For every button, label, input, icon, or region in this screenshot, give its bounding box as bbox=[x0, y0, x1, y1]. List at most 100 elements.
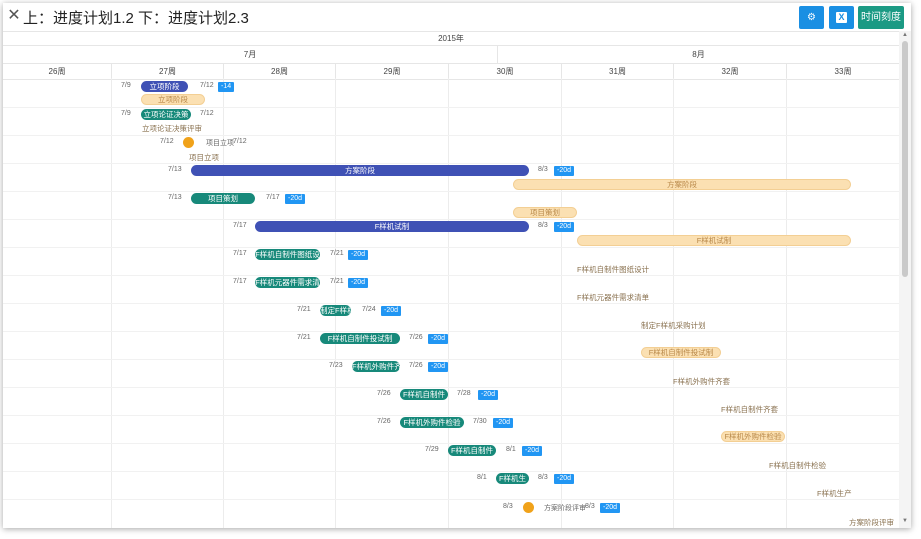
month-label: 7月 bbox=[243, 50, 257, 59]
week-label: 29周 bbox=[335, 64, 448, 79]
start-date: 7/26 bbox=[377, 418, 391, 425]
row-divider bbox=[3, 135, 899, 136]
row-divider bbox=[3, 275, 899, 276]
plan-bar[interactable]: F样机试制 bbox=[577, 235, 851, 246]
end-date: 7/26 bbox=[409, 334, 423, 341]
plan-bar[interactable]: 立项阶段 bbox=[141, 94, 205, 105]
start-date: 7/21 bbox=[297, 334, 311, 341]
timescale-button[interactable]: 时间刻度 bbox=[858, 6, 904, 29]
row-divider bbox=[3, 163, 899, 164]
actual-bar[interactable]: F样机自制件 bbox=[400, 389, 448, 400]
row-divider bbox=[3, 219, 899, 220]
actual-bar[interactable]: 立项阶段 bbox=[141, 81, 188, 92]
end-date: 7/12 bbox=[233, 138, 247, 145]
start-date: 7/17 bbox=[233, 222, 247, 229]
delta-badge: -20d bbox=[381, 306, 402, 316]
end-date: 7/21 bbox=[330, 278, 344, 285]
end-date: 7/17 bbox=[266, 194, 280, 201]
week-label: 26周 bbox=[48, 67, 66, 76]
start-date: 7/17 bbox=[233, 250, 247, 257]
start-date: 7/9 bbox=[121, 82, 131, 89]
year-label: 2015年 bbox=[438, 34, 464, 43]
plan-bar[interactable]: F样机自制件投试制 bbox=[641, 347, 721, 358]
end-date: 7/24 bbox=[362, 306, 376, 313]
plan-bar[interactable]: 方案阶段 bbox=[513, 179, 851, 190]
delta-badge: -20d bbox=[600, 503, 621, 513]
excel-icon: X bbox=[836, 12, 847, 23]
week-label: 28周 bbox=[223, 64, 335, 79]
milestone-marker[interactable] bbox=[523, 502, 534, 513]
delta-badge: -20d bbox=[554, 166, 575, 176]
actual-bar[interactable]: F样机自制件图纸设 bbox=[255, 249, 320, 260]
plan-bar[interactable]: F样机外购件检验 bbox=[721, 431, 785, 442]
plan-label: 制定F样机采购计划 bbox=[641, 321, 706, 330]
start-date: 7/13 bbox=[168, 194, 182, 201]
plan-label: 项目立项 bbox=[189, 153, 219, 162]
close-icon[interactable]: ✕ bbox=[6, 8, 22, 24]
start-date: 7/13 bbox=[168, 166, 182, 173]
end-date: 7/12 bbox=[200, 110, 214, 117]
row-divider bbox=[3, 331, 899, 332]
delta-badge: -14 bbox=[218, 82, 235, 92]
plan-label: F样机生产 bbox=[817, 489, 852, 498]
delta-badge: -20d bbox=[348, 250, 369, 260]
actual-bar[interactable]: 项目策划 bbox=[191, 193, 255, 204]
end-date: 8/3 bbox=[538, 222, 548, 229]
row-divider bbox=[3, 471, 899, 472]
gantt-window: ✕ 上：进度计划1.2 下：进度计划2.3 ⚙ X 时间刻度 2015年 7月 … bbox=[3, 3, 911, 528]
plan-label: F样机自制件检验 bbox=[769, 461, 827, 470]
delta-badge: -20d bbox=[493, 418, 514, 428]
plan-label: F样机元器件需求清单 bbox=[577, 293, 650, 302]
milestone-marker[interactable] bbox=[183, 137, 194, 148]
milestone-label: 方案阶段评审 bbox=[544, 505, 586, 512]
end-date: 7/21 bbox=[330, 250, 344, 257]
row-divider bbox=[3, 499, 899, 500]
start-date: 7/17 bbox=[233, 278, 247, 285]
actual-bar[interactable]: 立项论证决策 bbox=[141, 109, 191, 120]
actual-bar[interactable]: F样机生 bbox=[496, 473, 529, 484]
start-date: 7/26 bbox=[377, 390, 391, 397]
actual-bar[interactable]: F样机外购件齐 bbox=[352, 361, 400, 372]
actual-bar[interactable]: 方案阶段 bbox=[191, 165, 529, 176]
actual-bar[interactable]: F样机自制件 bbox=[448, 445, 496, 456]
plan-label: F样机外购件齐套 bbox=[673, 377, 731, 386]
row-divider bbox=[3, 191, 899, 192]
row-divider bbox=[3, 415, 899, 416]
scrollbar-thumb[interactable] bbox=[902, 41, 908, 277]
week-header: 26周 27周 28周 29周 30周 31周 32周 33周 bbox=[3, 63, 899, 80]
week-label: 31周 bbox=[561, 64, 673, 79]
scroll-up-icon[interactable]: ▲ bbox=[901, 32, 909, 38]
plan-label: F样机自制件齐套 bbox=[721, 405, 779, 414]
end-date: 7/12 bbox=[200, 82, 214, 89]
end-date: 8/3 bbox=[585, 503, 595, 510]
start-date: 7/12 bbox=[160, 138, 174, 145]
row-divider bbox=[3, 443, 899, 444]
vertical-scrollbar[interactable]: ▲ ▼ bbox=[899, 31, 911, 528]
start-date: 7/21 bbox=[297, 306, 311, 313]
milestone-label: 项目立项 bbox=[206, 140, 234, 147]
row-divider bbox=[3, 359, 899, 360]
delta-badge: -20d bbox=[348, 278, 369, 288]
row-divider bbox=[3, 247, 899, 248]
actual-bar[interactable]: 制定F样机 bbox=[320, 305, 351, 316]
actual-bar[interactable]: F样机外购件检验 bbox=[400, 417, 464, 428]
plan-bar[interactable]: 项目策划 bbox=[513, 207, 577, 218]
plan-label: F样机自制件图纸设计 bbox=[577, 265, 650, 274]
toolbar: ✕ 上：进度计划1.2 下：进度计划2.3 ⚙ X 时间刻度 bbox=[3, 3, 911, 33]
delta-badge: -20d bbox=[428, 334, 449, 344]
actual-bar[interactable]: F样机试制 bbox=[255, 221, 529, 232]
actual-bar[interactable]: F样机自制件投试制 bbox=[320, 333, 400, 344]
delta-badge: -20d bbox=[428, 362, 449, 372]
delta-badge: -20d bbox=[554, 222, 575, 232]
export-excel-button[interactable]: X bbox=[829, 6, 854, 29]
month-label: 8月 bbox=[497, 46, 899, 64]
start-date: 7/29 bbox=[425, 446, 439, 453]
year-header: 2015年 bbox=[3, 31, 899, 46]
week-label: 33周 bbox=[786, 64, 899, 79]
end-date: 8/3 bbox=[538, 474, 548, 481]
start-date: 7/23 bbox=[329, 362, 343, 369]
week-label: 30周 bbox=[448, 64, 561, 79]
actual-bar[interactable]: F样机元器件需求清 bbox=[255, 277, 320, 288]
settings-button[interactable]: ⚙ bbox=[799, 6, 824, 29]
scroll-down-icon[interactable]: ▼ bbox=[901, 518, 909, 524]
